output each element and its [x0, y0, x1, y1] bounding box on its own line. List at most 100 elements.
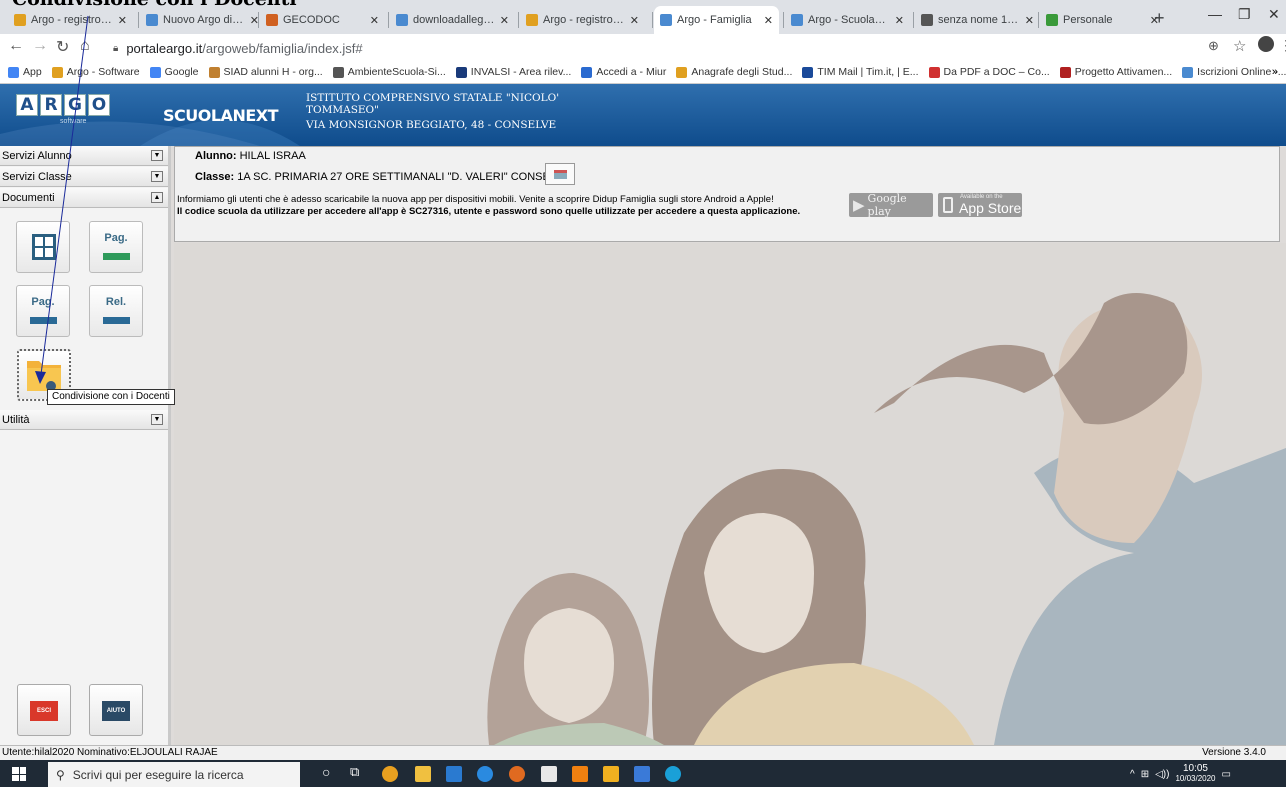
- tab-label: downloadallegato: [413, 14, 496, 26]
- teamviewer-icon[interactable]: [665, 766, 681, 782]
- relazione-icon[interactable]: Rel.: [89, 285, 143, 337]
- tab-6[interactable]: Argo - ScuolaNext ✕: [785, 6, 910, 34]
- back-icon[interactable]: ←: [8, 37, 24, 55]
- expand-icon[interactable]: ▼: [151, 171, 163, 182]
- close-tab-icon[interactable]: ✕: [1025, 14, 1034, 27]
- bar-glyph: [103, 253, 130, 260]
- tab-1[interactable]: Nuovo Argo didUp ✕: [140, 6, 265, 34]
- tab-label: Argo - Famiglia: [677, 14, 752, 26]
- bookmark-8[interactable]: TIM Mail | Tim.it, | E...: [802, 66, 919, 78]
- clock[interactable]: 10:05 10/03/2020: [1175, 764, 1215, 784]
- profile-icon[interactable]: [1258, 36, 1274, 52]
- close-tab-icon[interactable]: ✕: [764, 14, 773, 27]
- app-store-badge[interactable]: Available on the App Store: [938, 193, 1022, 217]
- close-tab-icon[interactable]: ✕: [500, 14, 509, 27]
- exit-button[interactable]: ESCI: [17, 684, 71, 736]
- mail-icon[interactable]: [446, 766, 462, 782]
- notepad-icon[interactable]: [541, 766, 557, 782]
- expand-icon[interactable]: ▼: [151, 414, 163, 425]
- close-tab-icon[interactable]: ✕: [118, 14, 127, 27]
- tab-8[interactable]: Personale ✕: [1040, 6, 1165, 34]
- tab-2[interactable]: GECODOC ✕: [260, 6, 385, 34]
- network-icon[interactable]: ⊞: [1141, 769, 1149, 780]
- collapse-icon[interactable]: ▲: [151, 192, 163, 203]
- system-tray: ^ ⊞ ◁)) 10:05 10/03/2020 ▭: [1130, 764, 1231, 784]
- volume-icon[interactable]: ◁)): [1155, 769, 1169, 780]
- google-play-badge[interactable]: ▶ Google play: [849, 192, 933, 218]
- close-tab-icon[interactable]: ✕: [370, 14, 379, 27]
- logo-subtitle: software: [60, 118, 87, 125]
- tab-separator: [913, 12, 914, 28]
- sidebar-section-utilita[interactable]: Utilità ▼: [0, 410, 168, 430]
- sticky-notes-icon[interactable]: [603, 766, 619, 782]
- cortana-icon[interactable]: ○: [322, 764, 330, 780]
- close-tab-icon[interactable]: ✕: [630, 14, 639, 27]
- chrome-icon[interactable]: [382, 766, 398, 782]
- bookmark-label: SIAD alunni H - org...: [223, 66, 323, 78]
- menu-icon[interactable]: ⋮: [1279, 37, 1286, 54]
- bookmark-4[interactable]: AmbienteScuola-Si...: [332, 66, 446, 78]
- alunno-label: Alunno:: [195, 150, 237, 162]
- home-icon[interactable]: ⌂: [80, 37, 90, 55]
- maximize-button[interactable]: ❐: [1238, 6, 1251, 23]
- tab-separator: [138, 12, 139, 28]
- tab-3[interactable]: downloadallegato ✕: [390, 6, 515, 34]
- logo-letter: O: [88, 94, 110, 116]
- notifications-icon[interactable]: ▭: [1222, 769, 1231, 780]
- sidebar-section-servizi-alunno[interactable]: Servizi Alunno ▼: [0, 146, 168, 166]
- word-icon[interactable]: [634, 766, 650, 782]
- tab-5[interactable]: Argo - Famiglia ✕: [654, 6, 779, 34]
- tab-separator: [1038, 12, 1039, 28]
- bookmark-7[interactable]: Anagrafe degli Stud...: [676, 66, 792, 78]
- bookmark-favicon-icon: [581, 66, 593, 78]
- pagella-2-icon[interactable]: Pag.: [16, 285, 70, 337]
- bookmark-10[interactable]: Progetto Attivamen...: [1059, 66, 1172, 78]
- bookmark-9[interactable]: Da PDF a DOC – Co...: [928, 66, 1050, 78]
- forward-icon[interactable]: →: [32, 37, 48, 55]
- address-bar[interactable]: 🔒︎ portaleargo.it/argoweb/famiglia/index…: [113, 37, 1263, 59]
- section-label: Servizi Classe: [2, 170, 72, 183]
- tab-4[interactable]: Argo - registro ele ✕: [520, 6, 645, 34]
- close-tab-icon[interactable]: ✕: [895, 14, 904, 27]
- annotation-title: Condivisione con i Docenti: [12, 0, 297, 10]
- bookmark-6[interactable]: Accedi a - Miur: [581, 66, 666, 78]
- firefox-icon[interactable]: [509, 766, 525, 782]
- bookmark-11[interactable]: Iscrizioni Online -...: [1182, 66, 1286, 78]
- help-button[interactable]: AIUTO: [89, 684, 143, 736]
- edge-icon[interactable]: [477, 766, 493, 782]
- bar-glyph: [30, 317, 57, 324]
- pagella-icon[interactable]: Pag.: [89, 221, 143, 273]
- tab-0[interactable]: Argo - registro ele ✕: [8, 6, 133, 34]
- sidebar-section-documenti[interactable]: Documenti ▲: [0, 188, 168, 208]
- bookmark-0[interactable]: App: [8, 66, 42, 78]
- taskbar-search[interactable]: ⚲ Scrivi qui per eseguire la ricerca: [48, 762, 300, 787]
- zoom-icon[interactable]: ⊕: [1208, 38, 1219, 54]
- star-icon[interactable]: ☆: [1233, 37, 1246, 55]
- bookmarks-more-button[interactable]: »: [1272, 66, 1278, 78]
- file-explorer-icon[interactable]: [415, 766, 431, 782]
- close-tab-icon[interactable]: ✕: [1150, 14, 1159, 27]
- reload-icon[interactable]: ↻: [56, 37, 69, 57]
- vlc-icon[interactable]: [572, 766, 588, 782]
- url-path: /argoweb/famiglia/index.jsf#: [202, 40, 363, 56]
- classe-value: 1A SC. PRIMARIA 27 ORE SETTIMANALI "D. V…: [237, 171, 570, 183]
- chevron-up-icon[interactable]: ^: [1130, 769, 1135, 780]
- change-class-button[interactable]: [545, 163, 575, 185]
- task-view-icon[interactable]: ⧉: [350, 764, 359, 780]
- tab-7[interactable]: senza nome 1.pdf ✕: [915, 6, 1040, 34]
- google-play-label: Google play: [867, 192, 907, 218]
- alunno-value: HILAL ISRAA: [239, 150, 306, 162]
- bookmark-5[interactable]: INVALSI - Area rilev...: [455, 66, 571, 78]
- school-line-3: VIA MONSIGNOR BEGGIATO, 48 - CONSELVE: [306, 119, 557, 131]
- windows-start-icon[interactable]: [12, 767, 26, 781]
- minimize-button[interactable]: —: [1208, 6, 1222, 22]
- bookmark-2[interactable]: Google: [149, 66, 199, 78]
- sidebar-section-servizi-classe[interactable]: Servizi Classe ▼: [0, 167, 168, 187]
- bacheca-icon[interactable]: [16, 221, 70, 273]
- expand-icon[interactable]: ▼: [151, 150, 163, 161]
- tab-label: Argo - ScuolaNext: [808, 14, 891, 26]
- bookmark-1[interactable]: Argo - Software: [51, 66, 140, 78]
- bookmark-3[interactable]: SIAD alunni H - org...: [208, 66, 323, 78]
- tab-favicon-icon: [146, 14, 158, 26]
- close-window-button[interactable]: ✕: [1268, 6, 1280, 23]
